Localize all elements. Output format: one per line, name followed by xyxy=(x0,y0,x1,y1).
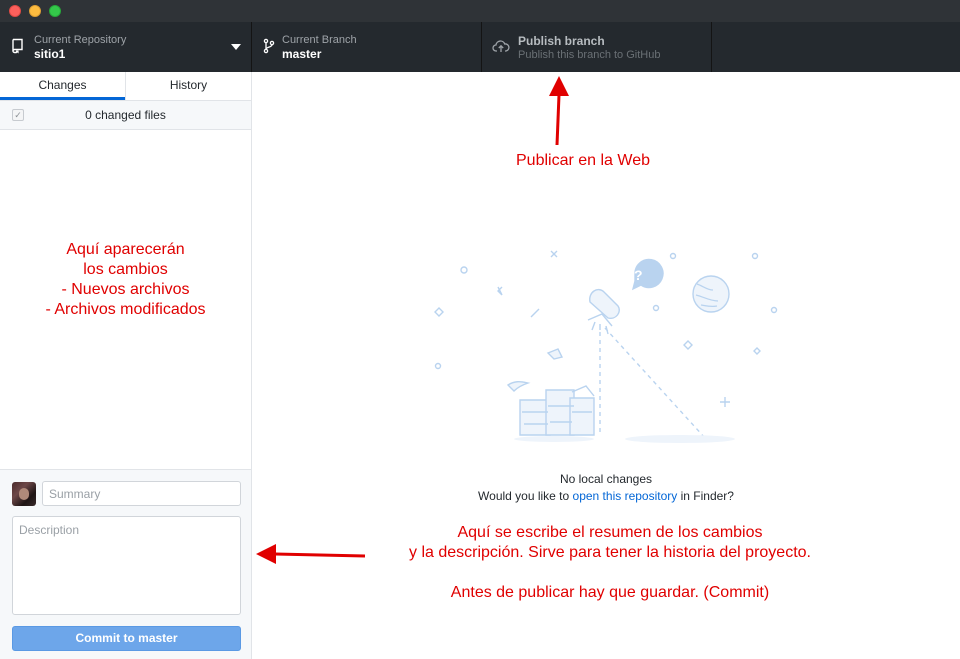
git-branch-icon xyxy=(263,38,275,54)
publish-branch-label: Publish branch xyxy=(518,34,605,48)
current-branch-button[interactable]: Current Branch master xyxy=(252,22,482,72)
current-repository-value: sitio1 xyxy=(34,47,66,61)
no-changes-illustration: ? xyxy=(434,250,778,443)
publish-branch-button[interactable]: Publish branch Publish this branch to Gi… xyxy=(482,22,712,72)
commit-area: Commit to master xyxy=(0,469,251,659)
changes-list: Aquí aparecerán los cambios - Nuevos arc… xyxy=(0,130,251,470)
sidebar-tabs: Changes History xyxy=(0,72,251,101)
publish-branch-description: Publish this branch to GitHub xyxy=(518,49,661,61)
avatar xyxy=(12,482,36,506)
select-all-checkbox[interactable]: ✓ xyxy=(12,109,24,121)
current-branch-value: master xyxy=(282,47,322,61)
open-in-finder-suffix: in Finder? xyxy=(677,489,734,503)
changes-annotation-line: Aquí aparecerán xyxy=(66,241,185,258)
tab-history[interactable]: History xyxy=(125,72,251,100)
changed-files-count: 0 changed files xyxy=(85,108,166,122)
description-input[interactable] xyxy=(12,516,241,615)
close-window-button[interactable] xyxy=(9,5,21,17)
publish-annotation: Publicar en la Web xyxy=(516,152,650,169)
no-local-changes-title: No local changes xyxy=(559,472,653,486)
repo-icon xyxy=(12,38,23,54)
commit-annotation-line: y la descripción. Sirve para tener la hi… xyxy=(409,544,811,561)
commit-button-prefix: Commit to xyxy=(75,631,139,645)
changed-files-header: 0 changed files ✓ xyxy=(0,101,251,130)
commit-button[interactable]: Commit to master xyxy=(12,626,241,651)
commit-button-branch: master xyxy=(138,631,178,645)
changes-annotation: Aquí aparecerán los cambios - Nuevos arc… xyxy=(0,240,251,320)
open-in-finder-prefix: Would you like to xyxy=(478,489,573,503)
open-in-finder-prompt: Would you like to open this repository i… xyxy=(252,489,960,503)
current-branch-label: Current Branch xyxy=(282,34,357,46)
toolbar: Current Repository sitio1 Current Branch… xyxy=(0,22,960,72)
current-repository-button[interactable]: Current Repository sitio1 xyxy=(0,22,252,72)
changes-sidebar: Changes History 0 changed files ✓ Aquí a… xyxy=(0,72,252,659)
minimize-window-button[interactable] xyxy=(29,5,41,17)
changes-annotation-line: - Nuevos archivos xyxy=(61,281,190,298)
summary-input[interactable] xyxy=(42,481,241,506)
commit-annotation-line: Aquí se escribe el resumen de los cambio… xyxy=(457,524,763,541)
chevron-down-icon xyxy=(231,44,241,50)
tab-changes[interactable]: Changes xyxy=(0,72,125,100)
current-repository-label: Current Repository xyxy=(34,34,127,46)
window-titlebar xyxy=(0,0,960,22)
zoom-window-button[interactable] xyxy=(49,5,61,17)
commit-annotation-spacer xyxy=(340,563,880,583)
svg-text:?: ? xyxy=(634,267,643,283)
changes-annotation-line: los cambios xyxy=(83,261,168,278)
commit-annotation-line: Antes de publicar hay que guardar. (Comm… xyxy=(450,584,770,601)
open-repository-link[interactable]: open this repository xyxy=(573,489,678,503)
commit-annotation: Aquí se escribe el resumen de los cambio… xyxy=(340,523,880,603)
cloud-upload-icon xyxy=(492,40,510,52)
changes-annotation-line: - Archivos modificados xyxy=(45,301,206,318)
